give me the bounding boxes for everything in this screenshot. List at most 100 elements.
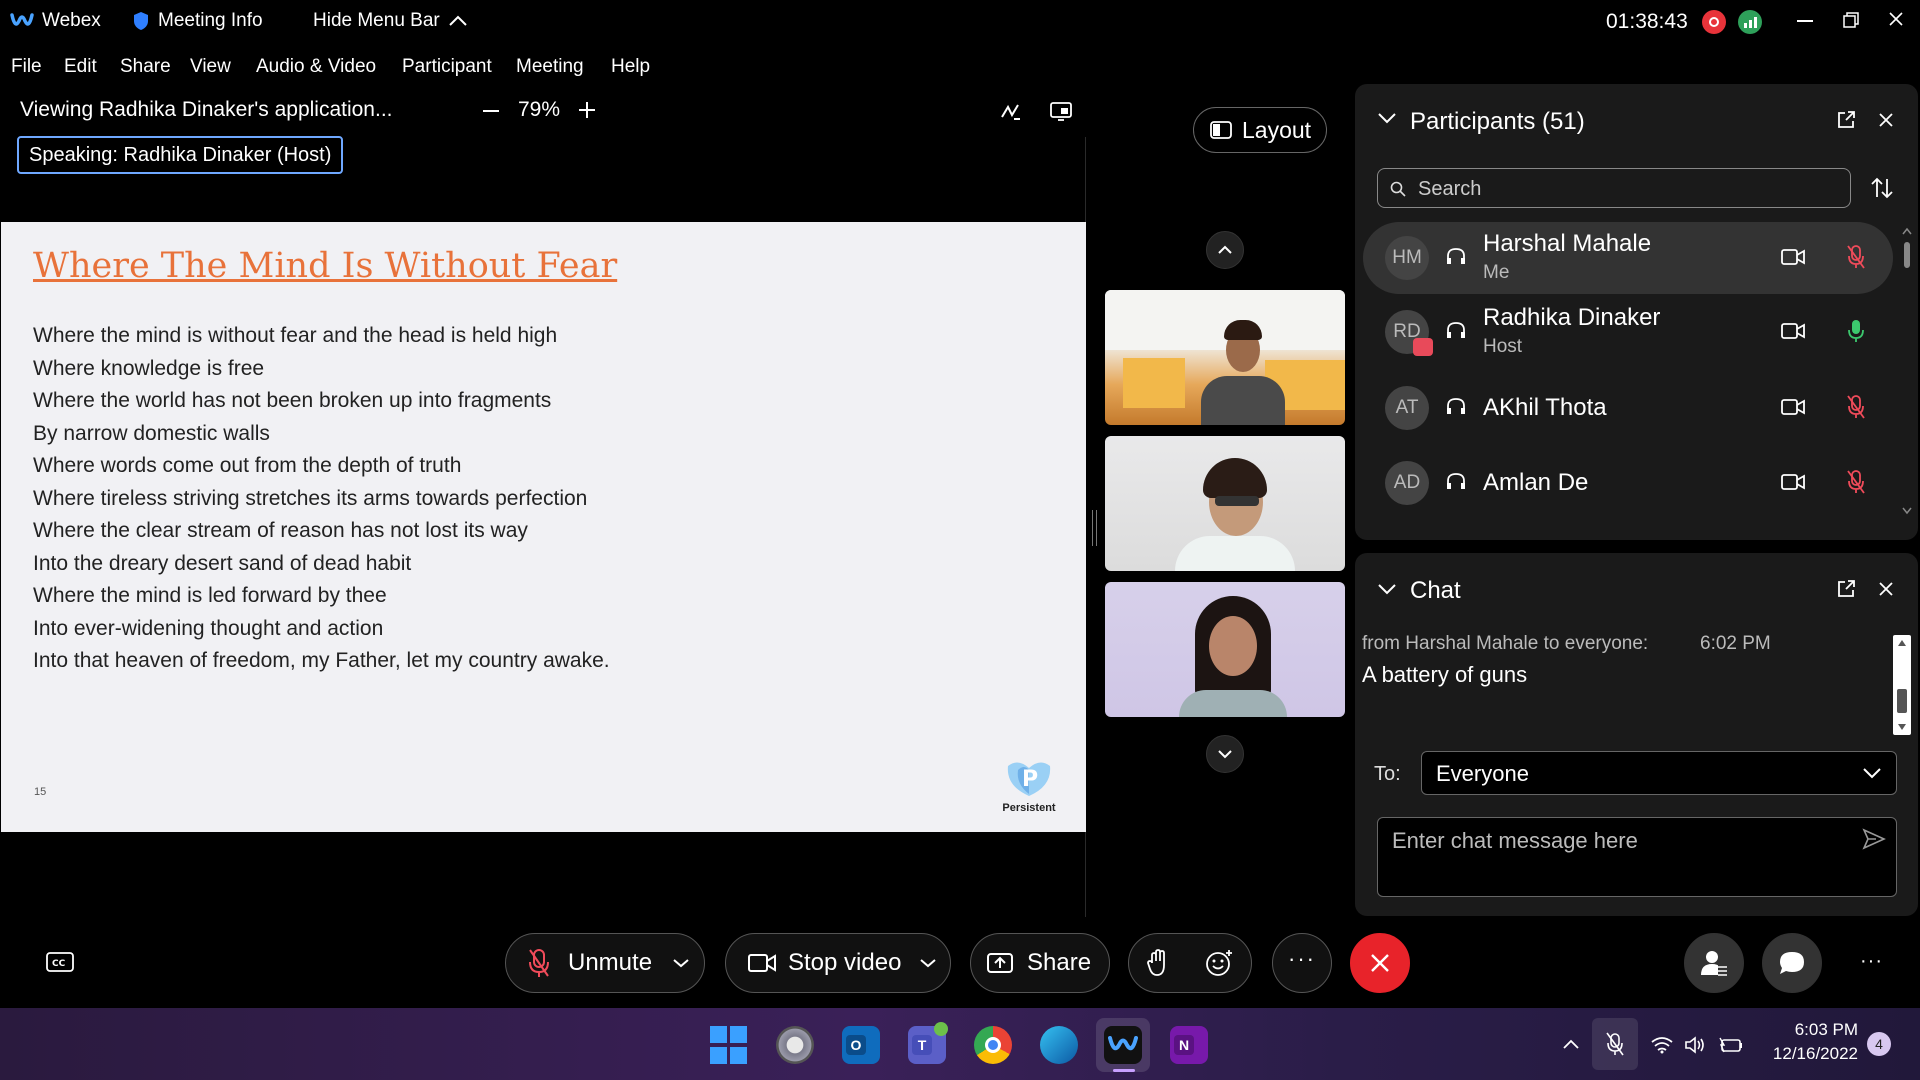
more-panels-icon[interactable]: ··· — [1860, 950, 1883, 973]
menu-view[interactable]: View — [190, 56, 231, 78]
notification-badge[interactable]: 4 — [1867, 1032, 1891, 1056]
camera-icon[interactable] — [1781, 398, 1805, 416]
restore-icon[interactable] — [1843, 12, 1859, 28]
menu-edit[interactable]: Edit — [64, 56, 97, 78]
speaking-indicator: Speaking: Radhika Dinaker (Host) — [17, 136, 344, 174]
participant-row[interactable]: AD Amlan De — [1363, 447, 1893, 519]
chat-bubble-icon — [1780, 952, 1804, 974]
muted-mic-icon[interactable] — [1847, 469, 1865, 495]
more-options-button[interactable]: ··· — [1272, 933, 1332, 993]
windows-start-icon[interactable] — [710, 1026, 747, 1064]
close-panel-icon[interactable] — [1878, 581, 1894, 597]
muted-mic-icon[interactable] — [1847, 394, 1865, 420]
raise-hand-icon[interactable] — [1147, 949, 1169, 977]
pop-out-icon[interactable] — [1836, 579, 1856, 599]
webex-logo-icon — [10, 13, 34, 26]
layout-icon — [1210, 121, 1232, 139]
chat-message-input[interactable]: Enter chat message here — [1377, 817, 1897, 897]
chat-recipient-select[interactable]: Everyone — [1421, 751, 1897, 795]
pop-out-icon[interactable] — [1836, 110, 1856, 130]
menu-participant[interactable]: Participant — [402, 56, 492, 78]
menu-file[interactable]: File — [11, 56, 42, 78]
participant-name: Harshal Mahale — [1483, 230, 1652, 257]
participants-scrollbar[interactable] — [1901, 226, 1913, 516]
muted-mic-icon[interactable] — [1847, 244, 1865, 270]
poem-line: Where the mind is without fear and the h… — [33, 324, 558, 347]
participant-row[interactable]: HM Harshal Mahale Me — [1363, 222, 1893, 294]
participant-row[interactable]: RD Radhika Dinaker Host — [1363, 296, 1893, 368]
stop-video-button[interactable]: Stop video — [725, 933, 951, 993]
meeting-info-button[interactable]: Meeting Info — [132, 10, 263, 32]
collapse-chevron-icon[interactable] — [1377, 112, 1397, 124]
teams-icon[interactable]: T — [908, 1022, 948, 1064]
participant-video-1[interactable] — [1105, 290, 1345, 425]
recording-icon[interactable] — [1702, 10, 1726, 34]
menu-share[interactable]: Share — [120, 56, 171, 78]
leave-meeting-button[interactable] — [1350, 933, 1410, 993]
close-window-icon[interactable] — [1888, 11, 1904, 27]
battery-charging-icon[interactable] — [1718, 1036, 1744, 1054]
menu-audio-video[interactable]: Audio & Video — [256, 56, 376, 78]
edge-icon[interactable] — [1040, 1026, 1078, 1064]
view-options-icon[interactable] — [1050, 101, 1072, 121]
participant-video-2[interactable] — [1105, 436, 1345, 571]
hide-menu-bar-button[interactable]: Hide Menu Bar — [313, 10, 468, 32]
collapse-chevron-icon[interactable] — [1377, 583, 1397, 595]
share-button[interactable]: Share — [970, 933, 1110, 993]
sort-icon[interactable] — [1870, 177, 1894, 199]
chevron-down-icon — [1218, 750, 1232, 759]
closed-captions-icon[interactable]: CC — [46, 952, 74, 974]
webex-taskbar-icon[interactable] — [1104, 1026, 1142, 1064]
menu-help[interactable]: Help — [611, 56, 650, 78]
taskbar-clock-date[interactable]: 12/16/2022 — [1756, 1044, 1858, 1064]
title-bar: Webex Meeting Info Hide Menu Bar 01:38:4… — [0, 0, 1920, 44]
menu-meeting[interactable]: Meeting — [516, 56, 584, 78]
annotate-icon[interactable] — [1000, 101, 1022, 121]
zoom-in-button[interactable] — [578, 101, 596, 119]
active-mic-icon[interactable] — [1847, 318, 1865, 344]
participants-toggle-button[interactable] — [1684, 933, 1744, 993]
close-icon — [1371, 954, 1389, 972]
camera-icon[interactable] — [1781, 322, 1805, 340]
scroll-down-videos-button[interactable] — [1206, 735, 1244, 773]
layout-button[interactable]: Layout — [1193, 107, 1327, 153]
taskbar-clock-time[interactable]: 6:03 PM — [1778, 1020, 1858, 1040]
participant-video-3[interactable] — [1105, 582, 1345, 717]
participant-search-input[interactable]: Search — [1377, 168, 1851, 208]
meeting-info-label: Meeting Info — [158, 10, 263, 31]
participant-role: Me — [1483, 262, 1510, 283]
layout-label: Layout — [1242, 116, 1312, 143]
chevron-up-icon[interactable] — [1562, 1038, 1580, 1050]
chevron-down-icon[interactable] — [672, 958, 690, 968]
settings-gear-icon[interactable] — [776, 1026, 814, 1064]
speaking-name: Radhika Dinaker (Host) — [123, 144, 332, 166]
minimize-icon[interactable] — [1797, 20, 1813, 22]
participants-icon — [1701, 951, 1727, 977]
onenote-icon[interactable]: N — [1170, 1026, 1208, 1064]
reactions-emoji-icon[interactable] — [1205, 949, 1233, 977]
poem-line: Where words come out from the depth of t… — [33, 454, 462, 477]
zoom-out-button[interactable] — [483, 110, 499, 112]
camera-icon[interactable] — [1781, 473, 1805, 491]
chat-toggle-button[interactable] — [1762, 933, 1822, 993]
chat-scrollbar[interactable] — [1893, 635, 1911, 735]
persistent-logo: P Persistent — [997, 756, 1061, 814]
scroll-up-videos-button[interactable] — [1206, 231, 1244, 269]
send-icon[interactable] — [1862, 828, 1886, 850]
mic-mute-tray-button[interactable] — [1592, 1018, 1638, 1070]
chevron-down-icon[interactable] — [919, 958, 937, 968]
unmute-button[interactable]: Unmute — [505, 933, 705, 993]
volume-icon[interactable] — [1684, 1036, 1708, 1054]
chrome-icon[interactable] — [974, 1026, 1012, 1064]
network-health-icon[interactable] — [1738, 10, 1762, 34]
resize-handle[interactable] — [1092, 510, 1097, 546]
chat-recipient-value: Everyone — [1436, 761, 1529, 786]
outlook-icon[interactable]: O — [842, 1026, 880, 1064]
participant-row[interactable]: AT AKhil Thota — [1363, 372, 1893, 444]
svg-text:CC: CC — [52, 959, 66, 969]
webex-app-label[interactable]: Webex — [10, 10, 101, 32]
close-panel-icon[interactable] — [1878, 112, 1894, 128]
app-name: Webex — [42, 10, 101, 31]
wifi-icon[interactable] — [1650, 1036, 1674, 1054]
camera-icon[interactable] — [1781, 248, 1805, 266]
